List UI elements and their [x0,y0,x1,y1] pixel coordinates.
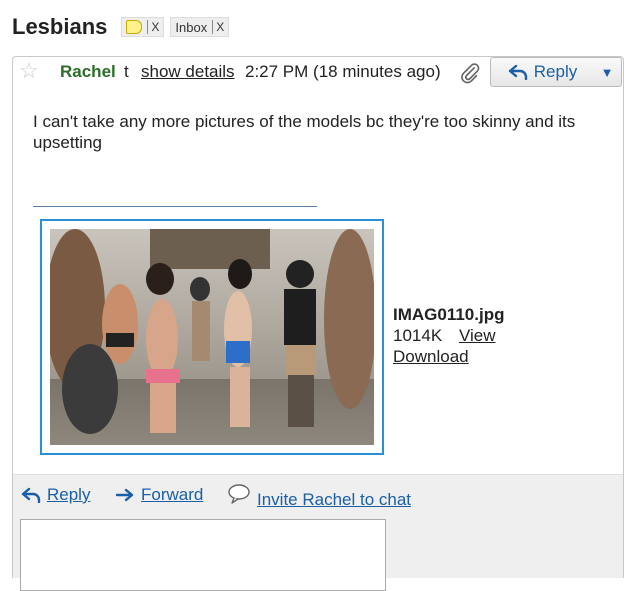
attachment-thumbnail-frame[interactable] [40,219,384,455]
label-chip-text: Inbox [175,19,208,35]
message-header: ☆ Rachel t show details 2:27 PM (18 minu… [13,57,623,87]
attachment-size: 1014K [393,326,443,345]
invite-chat-label: Invite Rachel to chat [257,490,412,509]
reply-button-label: Reply [533,62,578,81]
subject-bar: Lesbians X Inbox X [12,14,235,40]
footer-forward-label: Forward [141,485,204,504]
forward-arrow-icon [115,488,134,502]
sender-name[interactable]: Rachel [60,62,116,82]
reply-arrow-icon [21,487,41,503]
attachment-filename: IMAG0110.jpg [393,305,505,324]
quick-reply-textbox[interactable] [20,519,386,591]
message-body: I can't take any more pictures of the mo… [33,112,576,152]
sender-email-truncated: t [124,62,129,81]
label-remove-button[interactable]: X [147,20,159,34]
attachment-view-link[interactable]: View [459,326,496,346]
attachment-photo[interactable] [50,229,374,445]
message-timestamp: 2:27 PM (18 minutes ago) [245,62,441,81]
chat-bubble-icon [228,484,250,504]
invite-chat-link[interactable]: Invite Rachel to chat [227,483,411,509]
dropdown-arrow-icon: ▼ [600,64,614,80]
reply-arrow-icon [508,64,527,80]
label-chip-inbox[interactable]: Inbox X [170,17,230,37]
show-details-link[interactable]: show details [141,62,235,82]
label-tag-icon [126,20,143,34]
footer-reply-link[interactable]: Reply [21,485,90,505]
label-remove-button[interactable]: X [212,20,224,34]
footer-reply-label: Reply [47,485,91,504]
message-card: ☆ Rachel t show details 2:27 PM (18 minu… [12,56,624,591]
subject-title: Lesbians [12,14,108,39]
star-icon[interactable]: ☆ [19,60,39,82]
paperclip-icon [461,63,480,84]
more-actions-dropdown[interactable]: ▼ [593,57,622,87]
attachment-divider [33,206,317,207]
message-footer: Reply Forward Invite Rachel to chat [13,474,623,591]
attachment-download-link[interactable]: Download [393,347,469,367]
label-chip-yellow[interactable]: X [121,17,165,37]
reply-button[interactable]: Reply [490,57,595,87]
footer-forward-link[interactable]: Forward [115,485,203,505]
